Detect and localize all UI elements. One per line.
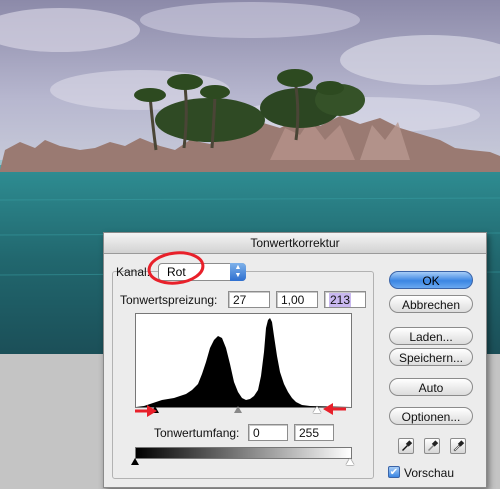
- input-slider[interactable]: [135, 405, 350, 415]
- input-black-value: 27: [233, 293, 247, 307]
- auto-button[interactable]: Auto: [389, 378, 473, 396]
- input-white-slider-handle[interactable]: [313, 406, 321, 413]
- input-white-field[interactable]: 213: [324, 291, 366, 308]
- dialog-title[interactable]: Tonwertkorrektur: [104, 233, 486, 254]
- checkmark-icon: ✔: [389, 467, 399, 478]
- input-black-field[interactable]: 27: [228, 291, 270, 308]
- levels-dialog: Tonwertkorrektur Kanal: Rot ▲ ▼ Tonwertsp…: [103, 232, 487, 488]
- histogram: [135, 313, 352, 408]
- save-button[interactable]: Speichern...: [389, 348, 473, 366]
- load-button[interactable]: Laden...: [389, 327, 473, 345]
- channel-label: Kanal:: [116, 265, 151, 279]
- up-down-arrows-icon: ▲ ▼: [230, 263, 246, 281]
- options-button[interactable]: Optionen...: [389, 407, 473, 425]
- gray-eyedropper-icon[interactable]: [424, 438, 440, 454]
- output-white-slider-handle[interactable]: [346, 458, 354, 465]
- channel-select-value: Rot: [167, 265, 186, 279]
- output-black-value: 0: [253, 426, 260, 440]
- input-levels-label: Tonwertspreizung:: [120, 293, 218, 307]
- cancel-button[interactable]: Abbrechen: [389, 295, 473, 313]
- preview-label: Vorschau: [404, 466, 455, 480]
- white-eyedropper-icon[interactable]: [450, 438, 466, 454]
- input-gamma-slider-handle[interactable]: [234, 406, 242, 413]
- black-eyedropper-icon[interactable]: [398, 438, 414, 454]
- input-black-slider-handle[interactable]: [151, 406, 159, 413]
- output-levels-label: Tonwertumfang:: [154, 426, 240, 440]
- input-gamma-value: 1,00: [281, 293, 305, 307]
- output-black-field[interactable]: 0: [248, 424, 288, 441]
- output-black-slider-handle[interactable]: [131, 458, 139, 465]
- output-white-field[interactable]: 255: [294, 424, 334, 441]
- output-white-value: 255: [299, 426, 320, 440]
- ok-button[interactable]: OK: [389, 271, 473, 289]
- preview-checkbox[interactable]: ✔: [388, 466, 400, 478]
- channel-select[interactable]: Rot ▲ ▼: [158, 263, 246, 281]
- output-slider[interactable]: [131, 458, 354, 468]
- input-white-value: 213: [329, 293, 352, 307]
- input-gamma-field[interactable]: 1,00: [276, 291, 318, 308]
